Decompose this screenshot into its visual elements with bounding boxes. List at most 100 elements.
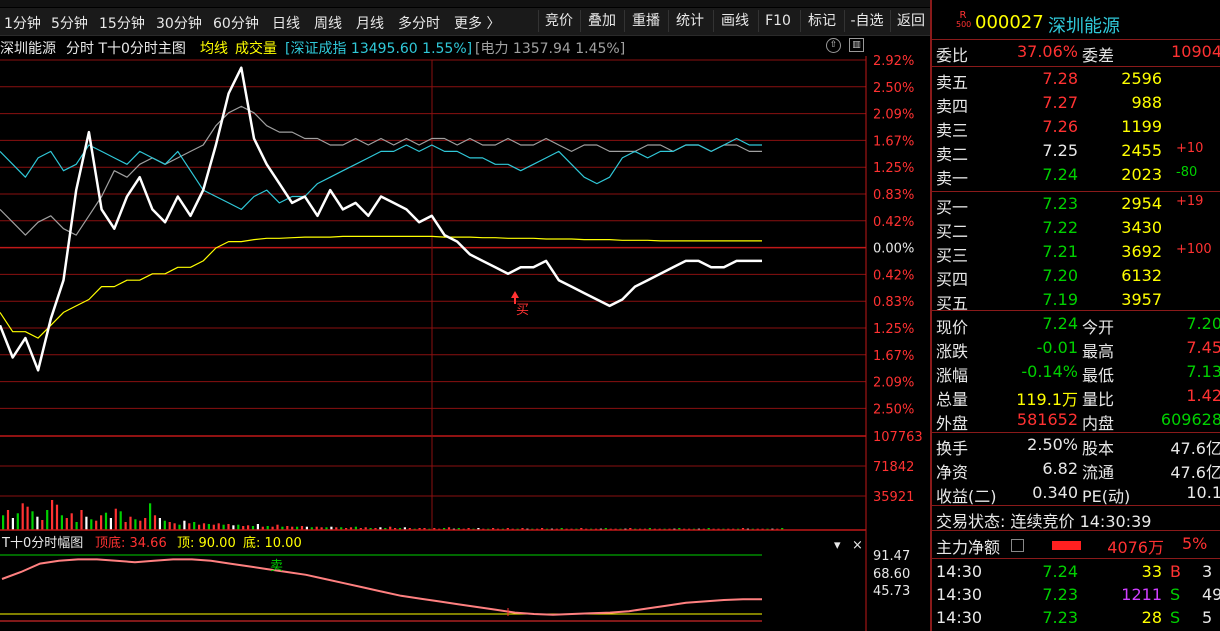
tick-volume: 28 (1141, 608, 1162, 627)
stat-label: PE(动) (1082, 487, 1131, 506)
stat-value: -0.01 (1036, 338, 1078, 357)
sub-chart-name: T十0分时幅图 (1, 536, 83, 551)
volume-bar (2, 515, 5, 530)
stat-value: -0.14% (1021, 362, 1078, 381)
volume-bar (158, 518, 161, 530)
price-axis-label: 2.09% (873, 108, 914, 123)
volume-bar (173, 523, 176, 530)
stat-label: 流通 (1082, 463, 1115, 482)
price-axis-label: 0.42% (873, 268, 914, 283)
volume-axis-label: 107763 (873, 430, 923, 445)
volume-axis-label: 71842 (873, 460, 914, 475)
volume-bar (227, 524, 230, 530)
stat-label: 内盘 (1082, 414, 1115, 433)
volume-bar (75, 522, 78, 530)
volume-bar (46, 510, 49, 530)
ask-volume: 2455 (1121, 141, 1162, 160)
volume-bar (134, 519, 137, 530)
stat-label: 现价 (936, 318, 969, 337)
volume-bar (21, 503, 24, 530)
volume-bar (198, 524, 201, 530)
volume-bar (41, 520, 44, 530)
ask-volume: 2023 (1121, 165, 1162, 184)
separator (932, 66, 1220, 67)
separator (932, 432, 1220, 433)
badge-500: 500 (956, 20, 972, 29)
bid-volume: 6132 (1121, 266, 1162, 285)
volume-bar (85, 516, 88, 530)
ask-level-label: 卖四 (936, 97, 969, 116)
bid-price: 7.23 (1042, 194, 1078, 213)
bid-price: 7.19 (1042, 290, 1078, 309)
sub-axis-label: 45.73 (873, 584, 910, 599)
volume-axis-label: 35921 (873, 490, 914, 505)
separator (932, 39, 1220, 40)
buy-signal-label: 买 (516, 303, 529, 318)
stock-name: 深圳能源 (1048, 16, 1120, 37)
ask-volume: 988 (1131, 93, 1162, 112)
stat-label: 今开 (1082, 318, 1115, 337)
ask-level-label: 卖二 (936, 145, 969, 164)
main-flow-bar (1052, 541, 1081, 550)
sub-chart-bottom-label: 顶底: 34.66 (95, 535, 167, 551)
stat-value: 609628 (1160, 410, 1220, 429)
stat-value: 7.45 (1186, 338, 1220, 357)
tick-extra: 49 (1202, 585, 1220, 604)
main-flow-detail-icon[interactable] (1011, 539, 1024, 552)
volume-bar (276, 524, 279, 530)
volume-bar (163, 520, 166, 530)
price-axis-label: 1.25% (873, 322, 914, 337)
volume-bar (100, 515, 103, 530)
tick-side: S (1170, 608, 1181, 627)
volume-bar (90, 519, 93, 530)
price-axis-label: 2.09% (873, 376, 914, 391)
sell-signal-label: 卖 (270, 559, 283, 574)
price-axis-label: 1.25% (873, 161, 914, 176)
stat-value: 7.13 (1186, 362, 1220, 381)
volume-bar (168, 522, 171, 530)
bid-price: 7.21 (1042, 242, 1078, 261)
volume-bar (139, 520, 142, 530)
volume-bar (207, 524, 210, 530)
ask-volume: 2596 (1121, 69, 1162, 88)
tick-volume: 1211 (1121, 585, 1162, 604)
bid-volume: 2954 (1121, 194, 1162, 213)
tick-volume: 33 (1141, 562, 1162, 581)
volume-bar (153, 515, 157, 530)
price-axis-label: 0.00% (873, 242, 914, 257)
ask-price: 7.28 (1042, 69, 1078, 88)
ask-level-label: 卖五 (936, 73, 969, 92)
volume-bar (114, 508, 117, 530)
volume-bar (237, 524, 240, 530)
stat-label: 量比 (1082, 390, 1115, 409)
separator (932, 530, 1220, 531)
ask-level-label: 卖一 (936, 169, 969, 188)
stat-value: 47.6亿 (1170, 439, 1220, 458)
bid-price: 7.22 (1042, 218, 1078, 237)
weibi-label: 委比 (936, 46, 969, 65)
intraday-chart[interactable]: 2.92% 2.50% 2.09% 1.67% 1.25% 0.83% 0.42% 0.00%… (0, 0, 932, 631)
tick-time: 14:30 (936, 585, 983, 604)
tick-extra: 5 (1202, 608, 1213, 627)
separator (932, 310, 1220, 311)
bid-volume: 3692 (1121, 242, 1162, 261)
volume-bar (202, 523, 206, 530)
stat-value: 10.1 (1186, 483, 1220, 502)
volume-bar (11, 518, 14, 530)
volume-bar (212, 524, 215, 530)
volume-bar (217, 523, 220, 530)
average-price-line (0, 235, 762, 339)
stat-label: 换手 (936, 439, 969, 458)
bid-change: +100 (1176, 242, 1212, 257)
volume-bar (80, 510, 83, 530)
stat-value: 1.42 (1186, 386, 1220, 405)
ask-price: 7.26 (1042, 117, 1078, 136)
ask-level-label: 卖三 (936, 121, 969, 140)
sub-chart-low-label: 底: 10.00 (243, 535, 302, 551)
bid-price: 7.20 (1042, 266, 1078, 285)
stat-value: 0.340 (1032, 483, 1078, 502)
stat-value: 7.20 (1186, 314, 1220, 333)
volume-bar (256, 524, 259, 530)
volume-bar (129, 516, 132, 530)
sub-axis-label: 91.47 (873, 549, 910, 564)
